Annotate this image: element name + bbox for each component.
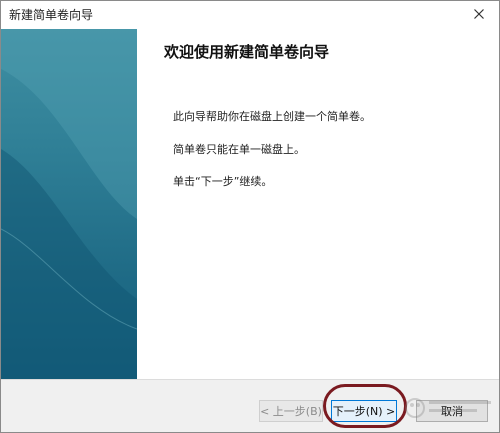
instruction-paragraph: 单击“下一步”继续。 <box>173 175 273 188</box>
wizard-content: 欢迎使用新建简单卷向导 此向导帮助你在磁盘上创建一个简单卷。 简单卷只能在单一磁… <box>137 29 499 379</box>
cancel-button[interactable]: 取消 <box>416 400 488 422</box>
title-bar: 新建简单卷向导 <box>1 1 499 29</box>
wizard-footer: < 上一步(B) 下一步(N) > 取消 <box>1 379 499 432</box>
close-button[interactable] <box>465 3 493 25</box>
window-title: 新建简单卷向导 <box>9 8 94 22</box>
next-button[interactable]: 下一步(N) > <box>331 400 397 422</box>
back-button[interactable]: < 上一步(B) <box>259 400 323 422</box>
info-paragraph: 简单卷只能在单一磁盘上。 <box>173 143 305 156</box>
intro-paragraph: 此向导帮助你在磁盘上创建一个简单卷。 <box>173 110 371 123</box>
wizard-heading: 欢迎使用新建简单卷向导 <box>164 43 330 61</box>
close-icon <box>474 9 484 19</box>
banner-wave-graphic <box>1 29 137 379</box>
wizard-window: 新建简单卷向导 欢迎使用新建简单卷向导 此向导帮助你在磁盘上创建一个简单卷。 简… <box>0 0 500 433</box>
wizard-banner <box>1 29 137 379</box>
